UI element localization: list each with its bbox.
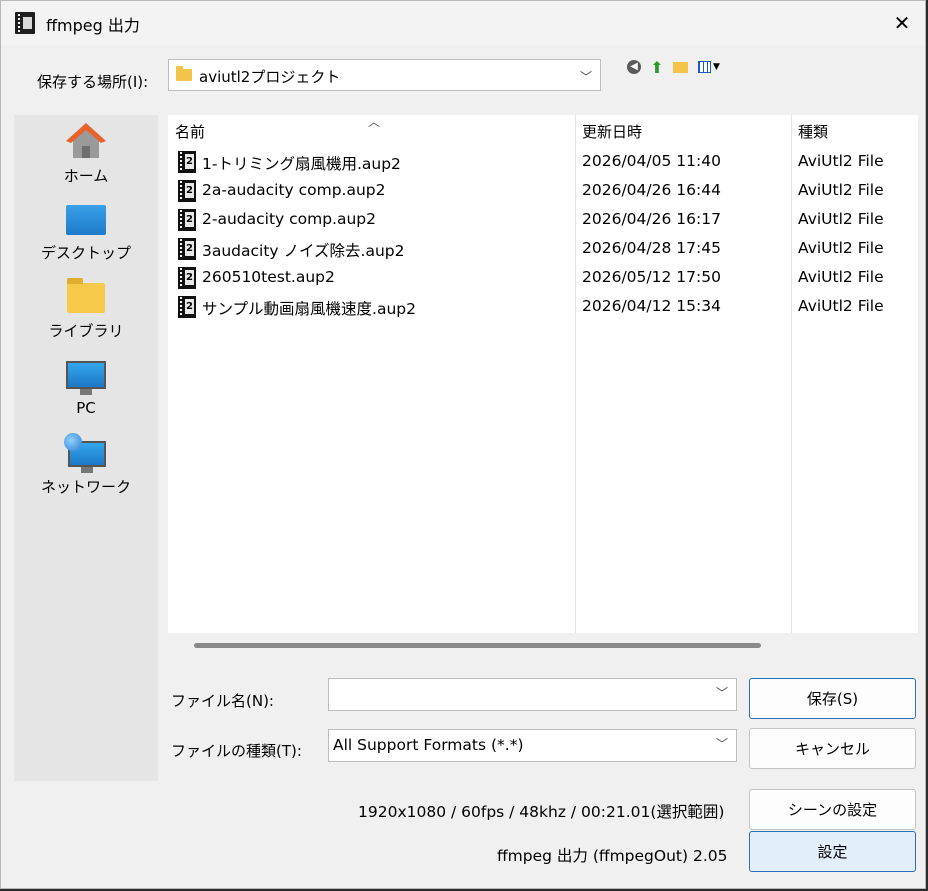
file-row[interactable]: 2a-audacity comp.aup2 2026/04/26 16:44 A… (168, 176, 918, 205)
settings-button[interactable]: 設定 (749, 831, 916, 872)
filetype-select[interactable]: All Support Formats (*.*) ﹀ (328, 729, 737, 762)
cancel-button[interactable]: キャンセル (749, 728, 916, 769)
aup2-file-icon (178, 151, 196, 173)
scene-info: 1920x1080 / 60fps / 48khz / 00:21.01(選択範… (358, 803, 725, 821)
title-bar: ffmpeg 出力 ✕ (1, 1, 925, 45)
app-icon (15, 12, 35, 34)
file-name: 1-トリミング扇風機用.aup2 (202, 155, 401, 173)
file-date: 2026/04/26 16:44 (582, 181, 721, 199)
up-folder-icon: ⬆ (650, 57, 664, 77)
file-date: 2026/04/26 16:17 (582, 210, 721, 228)
filetype-label: ファイルの種類(T): (171, 742, 302, 760)
library-icon (67, 278, 105, 313)
column-header-date[interactable]: 更新日時 (582, 121, 642, 142)
file-name: 3audacity ノイズ除去.aup2 (202, 242, 405, 260)
window-title: ffmpeg 出力 (46, 16, 140, 35)
home-icon (66, 123, 106, 158)
file-row[interactable]: 2-audacity comp.aup2 2026/04/26 16:17 Av… (168, 205, 918, 234)
column-header-type[interactable]: 種類 (798, 121, 828, 142)
chevron-down-icon: ﹀ (715, 686, 728, 700)
desktop-icon (66, 205, 106, 235)
network-stand (81, 467, 93, 473)
file-name: サンプル動画扇風機速度.aup2 (202, 300, 416, 318)
place-label: ホーム (63, 167, 109, 185)
location-label: 保存する場所(I): (37, 73, 149, 91)
aup2-file-icon (178, 209, 196, 231)
aup2-file-icon (178, 296, 196, 318)
file-row[interactable]: サンプル動画扇風機速度.aup2 2026/04/12 15:34 AviUtl… (168, 292, 918, 321)
dropdown-arrow-icon: ▼ (713, 62, 720, 72)
close-icon: ✕ (893, 11, 911, 35)
file-type: AviUtl2 File (798, 181, 884, 199)
location-value: aviutl2プロジェクト (199, 68, 341, 86)
file-type: AviUtl2 File (798, 152, 884, 170)
file-row[interactable]: 260510test.aup2 2026/05/12 17:50 AviUtl2… (168, 263, 918, 292)
filename-input[interactable]: ﹀ (328, 678, 737, 711)
up-folder-button[interactable]: ⬆ (648, 57, 666, 77)
place-label: ネットワーク (40, 478, 131, 496)
place-label: ライブラリ (48, 322, 124, 340)
globe-icon (64, 433, 82, 451)
sort-ascending-icon: ︿ (368, 115, 381, 129)
place-label: デスクトップ (40, 244, 131, 262)
file-type: AviUtl2 File (798, 210, 884, 228)
plugin-info: ffmpeg 出力 (ffmpegOut) 2.05 (497, 847, 728, 865)
place-label: PC (76, 399, 96, 417)
file-row[interactable]: 3audacity ノイズ除去.aup2 2026/04/28 17:45 Av… (168, 234, 918, 263)
file-date: 2026/04/28 17:45 (582, 239, 721, 257)
file-row[interactable]: 1-トリミング扇風機用.aup2 2026/04/05 11:40 AviUtl… (168, 147, 918, 176)
file-date: 2026/04/05 11:40 (582, 152, 721, 170)
new-folder-button[interactable] (671, 58, 689, 76)
aup2-file-icon (178, 180, 196, 202)
folder-icon (176, 66, 192, 81)
back-button[interactable]: ◀ (625, 58, 643, 76)
pc-stand (80, 389, 92, 395)
file-type: AviUtl2 File (798, 268, 884, 286)
file-date: 2026/04/12 15:34 (582, 297, 721, 315)
chevron-down-icon: ﹀ (579, 70, 592, 84)
filename-label: ファイル名(N): (171, 692, 274, 710)
aup2-file-icon (178, 267, 196, 289)
file-list[interactable]: ︿ 名前 更新日時 種類 1-トリミング扇風機用.aup2 2026/04/05… (168, 115, 918, 633)
column-header-name[interactable]: 名前 (175, 121, 205, 142)
chevron-down-icon: ﹀ (715, 737, 728, 751)
file-type: AviUtl2 File (798, 297, 884, 315)
location-combo[interactable]: aviutl2プロジェクト ﹀ (168, 59, 601, 91)
file-name: 260510test.aup2 (202, 268, 335, 286)
horizontal-scrollbar[interactable] (194, 643, 761, 648)
close-button[interactable]: ✕ (879, 1, 925, 45)
filetype-value: All Support Formats (*.*) (333, 736, 524, 754)
back-icon: ◀ (627, 60, 641, 74)
file-name: 2-audacity comp.aup2 (202, 210, 377, 228)
scene-settings-button[interactable]: シーンの設定 (749, 789, 916, 830)
places-bar: ホーム デスクトップ ライブラリ PC ネットワーク (14, 115, 158, 781)
file-date: 2026/05/12 17:50 (582, 268, 721, 286)
save-button[interactable]: 保存(S) (749, 678, 916, 719)
aup2-file-icon (178, 238, 196, 260)
file-name: 2a-audacity comp.aup2 (202, 181, 386, 199)
save-dialog: ffmpeg 出力 ✕ 保存する場所(I): aviutl2プロジェクト ﹀ ◀… (0, 0, 926, 889)
new-folder-icon (672, 61, 688, 73)
pc-icon (66, 361, 106, 389)
view-menu-icon (698, 61, 712, 73)
view-menu-button[interactable]: ▼ (695, 58, 723, 76)
file-type: AviUtl2 File (798, 239, 884, 257)
